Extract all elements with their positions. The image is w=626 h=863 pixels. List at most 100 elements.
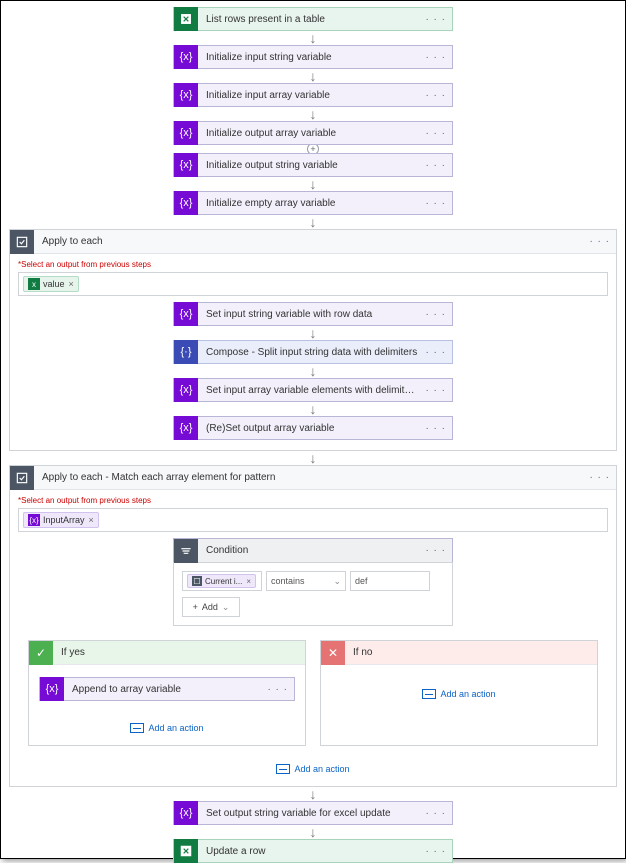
step-menu[interactable]: · · ·: [419, 128, 452, 139]
plus-icon: +: [193, 602, 198, 612]
step-label: Initialize input string variable: [198, 52, 419, 63]
excel-icon: [174, 7, 198, 31]
step-label: Update a row: [198, 846, 419, 857]
add-action-icon: [422, 689, 436, 699]
panel-title: Apply to each: [34, 236, 583, 247]
excel-icon: x: [28, 278, 40, 290]
arrow-icon: ↓: [310, 453, 317, 463]
step-init-input-str[interactable]: {x} Initialize input string variable · ·…: [173, 45, 453, 69]
add-action-button[interactable]: Add an action: [422, 689, 495, 699]
step-init-output-str[interactable]: {x} Initialize output string variable · …: [173, 153, 453, 177]
step-init-input-arr[interactable]: {x} Initialize input array variable · · …: [173, 83, 453, 107]
step-menu[interactable]: · · ·: [419, 198, 452, 209]
condition-operator-select[interactable]: contains ⌄: [266, 571, 346, 591]
token-current-item[interactable]: ☐ Current i... ×: [187, 574, 256, 588]
condition-header[interactable]: Condition · · ·: [173, 538, 453, 562]
compose-icon: {·}: [174, 340, 198, 364]
token-label: value: [43, 279, 65, 289]
token-inputarray[interactable]: {x} InputArray ×: [23, 512, 99, 528]
step-menu[interactable]: · · ·: [419, 160, 452, 171]
arrow-icon: ↓: [310, 179, 317, 189]
variable-icon: {x}: [174, 378, 198, 402]
chevron-down-icon: ⌄: [222, 602, 230, 613]
step-set-input-arr[interactable]: {x} Set input array variable elements wi…: [173, 378, 453, 402]
step-label: (Re)Set output array variable: [198, 423, 419, 434]
panel-header[interactable]: Apply to each - Match each array element…: [10, 466, 616, 490]
condition-title: Condition: [198, 545, 419, 556]
apply-to-each-outer: Apply to each · · · *Select an output fr…: [9, 229, 617, 451]
step-menu[interactable]: · · ·: [419, 14, 452, 25]
loop-icon: ☐: [192, 576, 202, 586]
panel-menu[interactable]: · · ·: [583, 236, 616, 247]
branches-row: ✓ If yes {x} Append to array variable · …: [18, 630, 608, 750]
branch-title: If yes: [53, 647, 85, 658]
panel-header[interactable]: Apply to each · · ·: [10, 230, 616, 254]
token-label: InputArray: [43, 515, 85, 525]
variable-icon: {x}: [174, 191, 198, 215]
arrow-icon: ↓: [310, 217, 317, 227]
step-menu[interactable]: · · ·: [419, 90, 452, 101]
panel-title: Apply to each - Match each array element…: [34, 472, 583, 483]
step-label: List rows present in a table: [198, 14, 419, 25]
step-menu[interactable]: · · ·: [419, 808, 452, 819]
step-label: Append to array variable: [64, 684, 261, 695]
step-menu[interactable]: · · ·: [261, 684, 294, 695]
add-action-icon: [276, 764, 290, 774]
step-append-to-array[interactable]: {x} Append to array variable · · ·: [39, 677, 295, 701]
step-menu[interactable]: · · ·: [419, 385, 452, 396]
apply-to-each-inner: Apply to each - Match each array element…: [9, 465, 617, 787]
variable-icon: {x}: [174, 416, 198, 440]
step-label: Initialize output string variable: [198, 160, 419, 171]
remove-token-icon[interactable]: ×: [89, 515, 94, 525]
condition-block: Condition · · · ☐ Current i... ×: [173, 538, 453, 626]
step-menu[interactable]: · · ·: [419, 423, 452, 434]
condition-icon: [174, 539, 198, 563]
add-action-button[interactable]: Add an action: [276, 764, 349, 774]
add-action-icon: [130, 723, 144, 733]
step-init-empty-arr[interactable]: {x} Initialize empty array variable · · …: [173, 191, 453, 215]
arrow-icon: ↓: [310, 404, 317, 414]
step-update-row[interactable]: Update a row · · ·: [173, 839, 453, 863]
step-menu[interactable]: · · ·: [419, 846, 452, 857]
condition-right-operand[interactable]: def: [350, 571, 430, 591]
step-menu[interactable]: · · ·: [419, 347, 452, 358]
check-icon: ✓: [29, 641, 53, 665]
step-label: Initialize empty array variable: [198, 198, 419, 209]
remove-token-icon[interactable]: ×: [69, 279, 74, 289]
add-label: Add: [202, 602, 218, 612]
arrow-icon: ↓: [310, 366, 317, 376]
step-compose-split[interactable]: {·} Compose - Split input string data wi…: [173, 340, 453, 364]
variable-icon: {x}: [174, 153, 198, 177]
step-list-rows[interactable]: List rows present in a table · · ·: [173, 7, 453, 31]
arrow-icon: ↓: [310, 328, 317, 338]
token-input[interactable]: {x} InputArray ×: [18, 508, 608, 532]
step-label: Initialize output array variable: [198, 128, 419, 139]
step-set-input-str[interactable]: {x} Set input string variable with row d…: [173, 302, 453, 326]
hint-text: *Select an output from previous steps: [18, 496, 608, 505]
step-set-output-str[interactable]: {x} Set output string variable for excel…: [173, 801, 453, 825]
branch-if-yes: ✓ If yes {x} Append to array variable · …: [28, 640, 306, 746]
step-menu[interactable]: · · ·: [419, 52, 452, 63]
step-menu[interactable]: · · ·: [419, 309, 452, 320]
branch-header[interactable]: ✕ If no: [321, 641, 597, 665]
cross-icon: ✕: [321, 641, 345, 665]
add-condition-button[interactable]: + Add ⌄: [182, 597, 240, 617]
step-label: Set input array variable elements with d…: [198, 385, 419, 396]
panel-menu[interactable]: · · ·: [583, 472, 616, 483]
step-init-output-arr[interactable]: {x} Initialize output array variable · ·…: [173, 121, 453, 145]
variable-icon: {x}: [174, 83, 198, 107]
condition-left-operand[interactable]: ☐ Current i... ×: [182, 571, 262, 591]
variable-icon: {x}: [174, 121, 198, 145]
variable-icon: {x}: [28, 514, 40, 526]
remove-token-icon[interactable]: ×: [246, 577, 251, 586]
operator-label: contains: [271, 576, 305, 586]
add-action-label: Add an action: [294, 764, 349, 774]
add-action-button[interactable]: Add an action: [130, 723, 203, 733]
branch-header[interactable]: ✓ If yes: [29, 641, 305, 665]
step-reset-output-arr[interactable]: {x} (Re)Set output array variable · · ·: [173, 416, 453, 440]
step-label: Compose - Split input string data with d…: [198, 347, 419, 358]
condition-menu[interactable]: · · ·: [419, 545, 452, 556]
token-input[interactable]: x value ×: [18, 272, 608, 296]
variable-icon: {x}: [174, 302, 198, 326]
token-value[interactable]: x value ×: [23, 276, 79, 292]
